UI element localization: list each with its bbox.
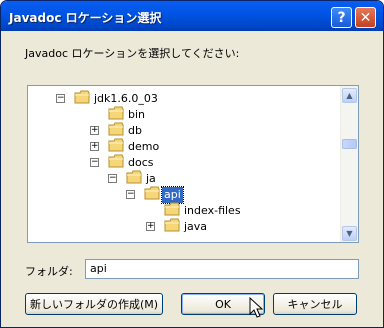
prompt-text: Javadoc ロケーションを選択してください: (25, 47, 240, 60)
collapse-icon[interactable]: − (108, 174, 117, 183)
vertical-scrollbar[interactable]: ▲ ▼ (340, 86, 358, 242)
new-folder-button[interactable]: 新しいフォルダの作成(M) (25, 293, 163, 315)
folder-icon (144, 186, 160, 200)
folder-icon (126, 170, 142, 184)
close-button[interactable]: ✕ (355, 7, 376, 28)
tree-item-label: demo (128, 140, 160, 153)
tree-item-label: index-files (184, 204, 241, 217)
folder-icon (74, 90, 90, 104)
help-button[interactable]: ? (331, 7, 352, 28)
tree-item-label: db (128, 124, 142, 137)
folder-tree[interactable]: − jdk1.6.0_03 bin + db + demo − docs − j… (27, 85, 359, 243)
folder-icon (108, 122, 124, 136)
title-bar[interactable]: Javadoc ロケーション選択 ? ✕ (1, 1, 383, 31)
folder-icon (108, 154, 124, 168)
expand-icon[interactable]: + (90, 126, 99, 135)
folder-name-input[interactable]: api (85, 259, 359, 279)
chevron-down-icon[interactable]: ▼ (342, 226, 357, 241)
dialog-window: Javadoc ロケーション選択 ? ✕ Javadoc ロケーションを選択して… (0, 0, 384, 328)
cancel-button[interactable]: キャンセル (273, 293, 357, 315)
collapse-icon[interactable]: − (56, 94, 65, 103)
scrollbar-thumb[interactable] (342, 139, 357, 149)
collapse-icon[interactable]: − (90, 158, 99, 167)
tree-item-label-selected: api (161, 186, 184, 204)
tree-item-label: java (184, 220, 208, 233)
window-title: Javadoc ロケーション選択 (9, 11, 162, 25)
folder-field-label: フォルダ: (25, 265, 73, 278)
chevron-up-icon[interactable]: ▲ (342, 88, 357, 103)
folder-icon (164, 202, 180, 216)
folder-icon (108, 106, 124, 120)
folder-icon (108, 138, 124, 152)
expand-icon[interactable]: + (146, 222, 155, 231)
tree-item-label: jdk1.6.0_03 (94, 92, 158, 105)
mouse-pointer-icon (249, 297, 264, 318)
folder-icon (164, 218, 180, 232)
tree-item-label: bin (128, 108, 146, 121)
expand-icon[interactable]: + (90, 142, 99, 151)
tree-item-label: docs (128, 156, 154, 169)
collapse-icon[interactable]: − (126, 190, 135, 199)
tree-item-label: ja (146, 172, 156, 185)
